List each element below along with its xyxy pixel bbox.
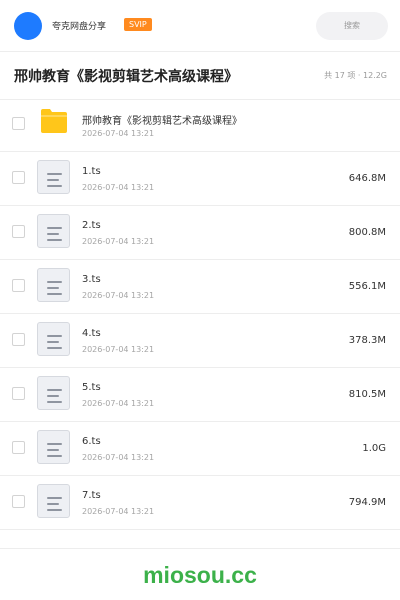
row-checkbox[interactable]: [12, 279, 25, 292]
file-time: 2026-07-04 13:21: [82, 507, 155, 516]
list-item-file[interactable]: 7.ts 2026-07-04 13:21 794.9M: [0, 476, 400, 530]
document-icon: [37, 160, 70, 194]
file-time: 2026-07-04 13:21: [82, 237, 155, 246]
document-icon: [37, 214, 70, 248]
row-checkbox[interactable]: [12, 225, 25, 238]
file-time: 2026-07-04 13:21: [82, 291, 155, 300]
file-name: 3.ts: [82, 274, 101, 285]
row-checkbox[interactable]: [12, 117, 25, 130]
list-item-file[interactable]: 6.ts 2026-07-04 13:21 1.0G: [0, 422, 400, 476]
document-icon: [37, 376, 70, 410]
file-size: 378.3M: [348, 335, 386, 346]
header: 夸克网盘分享 SVIP 搜索: [0, 0, 400, 52]
row-checkbox[interactable]: [12, 333, 25, 346]
file-time: 2026-07-04 13:21: [82, 183, 155, 192]
share-page: 夸克网盘分享 SVIP 搜索 邢帅教育《影视剪辑艺术高级课程》 共 17 项 ·…: [0, 0, 400, 600]
document-icon: [37, 322, 70, 356]
file-name: 1.ts: [82, 166, 101, 177]
row-checkbox[interactable]: [12, 441, 25, 454]
file-name: 邢帅教育《影视剪辑艺术高级课程》: [82, 116, 242, 127]
file-size: 794.9M: [348, 497, 386, 508]
file-size: 800.8M: [348, 227, 386, 238]
list-item-file[interactable]: 5.ts 2026-07-04 13:21 810.5M: [0, 368, 400, 422]
row-checkbox[interactable]: [12, 495, 25, 508]
row-checkbox[interactable]: [12, 387, 25, 400]
file-name: 7.ts: [82, 490, 101, 501]
list-item-folder[interactable]: 邢帅教育《影视剪辑艺术高级课程》 2026-07-04 13:21: [0, 98, 400, 152]
list-item-file[interactable]: 2.ts 2026-07-04 13:21 800.8M: [0, 206, 400, 260]
file-time: 2026-07-04 13:21: [82, 399, 155, 408]
file-time: 2026-07-04 13:21: [82, 453, 155, 462]
file-size: 810.5M: [348, 389, 386, 400]
file-name: 4.ts: [82, 328, 101, 339]
file-name: 5.ts: [82, 382, 101, 393]
row-checkbox[interactable]: [12, 171, 25, 184]
file-time: 2026-07-04 13:21: [82, 345, 155, 354]
file-size: 1.0G: [362, 443, 386, 454]
file-time: 2026-07-04 13:21: [82, 129, 155, 138]
site-watermark: miosou.cc: [143, 562, 257, 588]
document-icon: [37, 430, 70, 464]
page-title: 邢帅教育《影视剪辑艺术高级课程》: [14, 69, 238, 85]
file-size: 556.1M: [348, 281, 386, 292]
item-summary: 共 17 项 · 12.2G: [324, 71, 387, 80]
file-name: 2.ts: [82, 220, 101, 231]
svip-badge: SVIP: [124, 18, 152, 31]
document-icon: [37, 484, 70, 518]
folder-icon: [41, 109, 67, 133]
avatar[interactable]: [14, 12, 42, 40]
document-icon: [37, 268, 70, 302]
list-item-file[interactable]: 1.ts 2026-07-04 13:21 646.8M: [0, 152, 400, 206]
footer: miosou.cc: [0, 548, 400, 600]
list-item-file[interactable]: 3.ts 2026-07-04 13:21 556.1M: [0, 260, 400, 314]
search-input[interactable]: 搜索: [316, 12, 388, 40]
file-list: 邢帅教育《影视剪辑艺术高级课程》 2026-07-04 13:21 1.ts 2…: [0, 98, 400, 530]
list-item-file[interactable]: 4.ts 2026-07-04 13:21 378.3M: [0, 314, 400, 368]
file-size: 646.8M: [348, 173, 386, 184]
file-name: 6.ts: [82, 436, 101, 447]
title-row: 邢帅教育《影视剪辑艺术高级课程》 共 17 项 · 12.2G: [0, 52, 400, 100]
share-owner-name: 夸克网盘分享: [52, 22, 107, 32]
